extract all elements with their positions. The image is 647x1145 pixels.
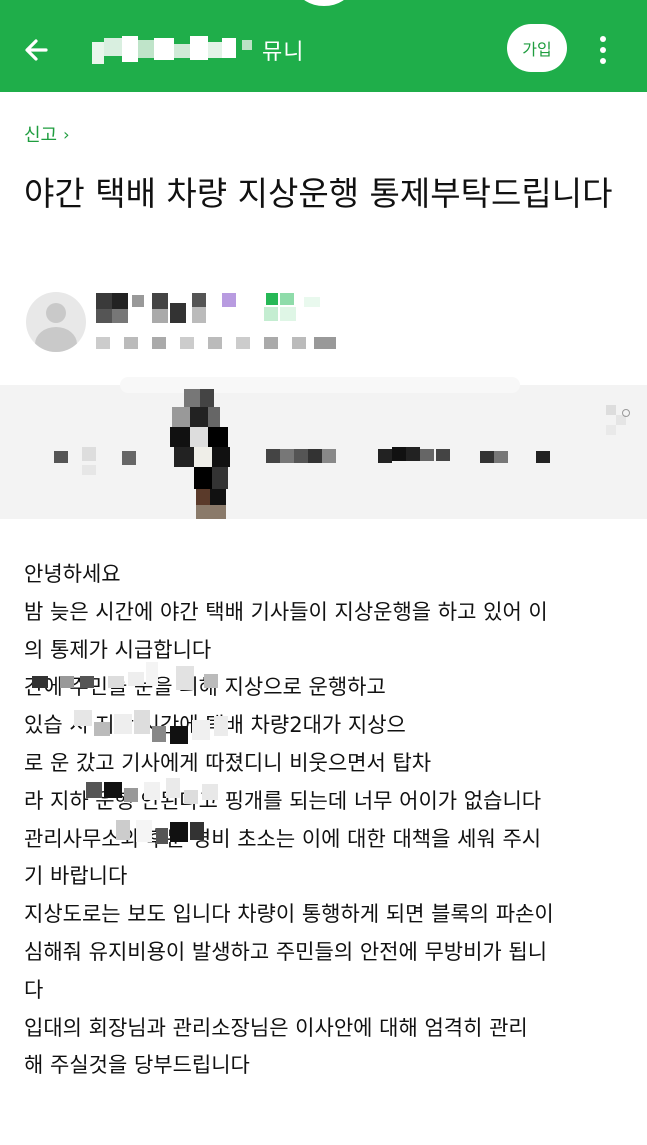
- board-breadcrumb[interactable]: 신고 ›: [24, 121, 70, 147]
- censored-body-region-1: [28, 662, 218, 692]
- body-line: 심해줘 유지비용이 발생하고 주민들의 안전에 무방비가 됩니: [24, 939, 548, 964]
- body-line: 다: [24, 977, 44, 1002]
- info-banner: [0, 377, 647, 519]
- censored-body-region-3: [86, 770, 242, 854]
- body-line: 기 바랍니다: [24, 864, 128, 889]
- board-name: 신고: [24, 125, 58, 146]
- censored-banner-text: [52, 447, 552, 477]
- status-notch: [298, 0, 350, 6]
- cafe-title: 뮤니: [92, 32, 304, 68]
- arrow-left-icon: [25, 39, 48, 61]
- censored-cafe-name: [92, 36, 252, 64]
- censored-body-region-2: [74, 710, 238, 758]
- join-button[interactable]: 가입: [507, 24, 567, 72]
- censored-banner-side: [606, 405, 640, 439]
- more-vertical-icon: [600, 36, 606, 64]
- body-line: 해 주실것을 당부드립니다: [24, 1053, 250, 1078]
- body-line: 입대의 회장님과 관리소장님은 이사안에 대해 엄격히 관리: [24, 1015, 528, 1040]
- body-line: 지상도로는 보도 입니다 차량이 통행하게 되면 블록의 파손이: [24, 902, 554, 927]
- back-button[interactable]: [18, 30, 58, 70]
- cafe-name-suffix: 뮤니: [262, 40, 305, 65]
- body-line: 밤 늦은 시간에 야간 택배 기사들이 지상운행을 하고 있어 이: [24, 599, 548, 624]
- default-avatar-icon[interactable]: [26, 292, 86, 352]
- top-app-bar: 뮤니 가입: [0, 0, 647, 92]
- post-view-page: 뮤니 가입 신고 › 야간 택배 차량 지상운행 통제부탁드립니다 안녕하세요 …: [0, 0, 647, 1145]
- censored-author-name: [96, 293, 336, 353]
- chevron-right-icon: ›: [63, 124, 70, 144]
- post-title: 야간 택배 차량 지상운행 통제부탁드립니다: [24, 174, 613, 213]
- more-button[interactable]: [588, 32, 618, 68]
- body-line: 안녕하세요: [24, 562, 121, 586]
